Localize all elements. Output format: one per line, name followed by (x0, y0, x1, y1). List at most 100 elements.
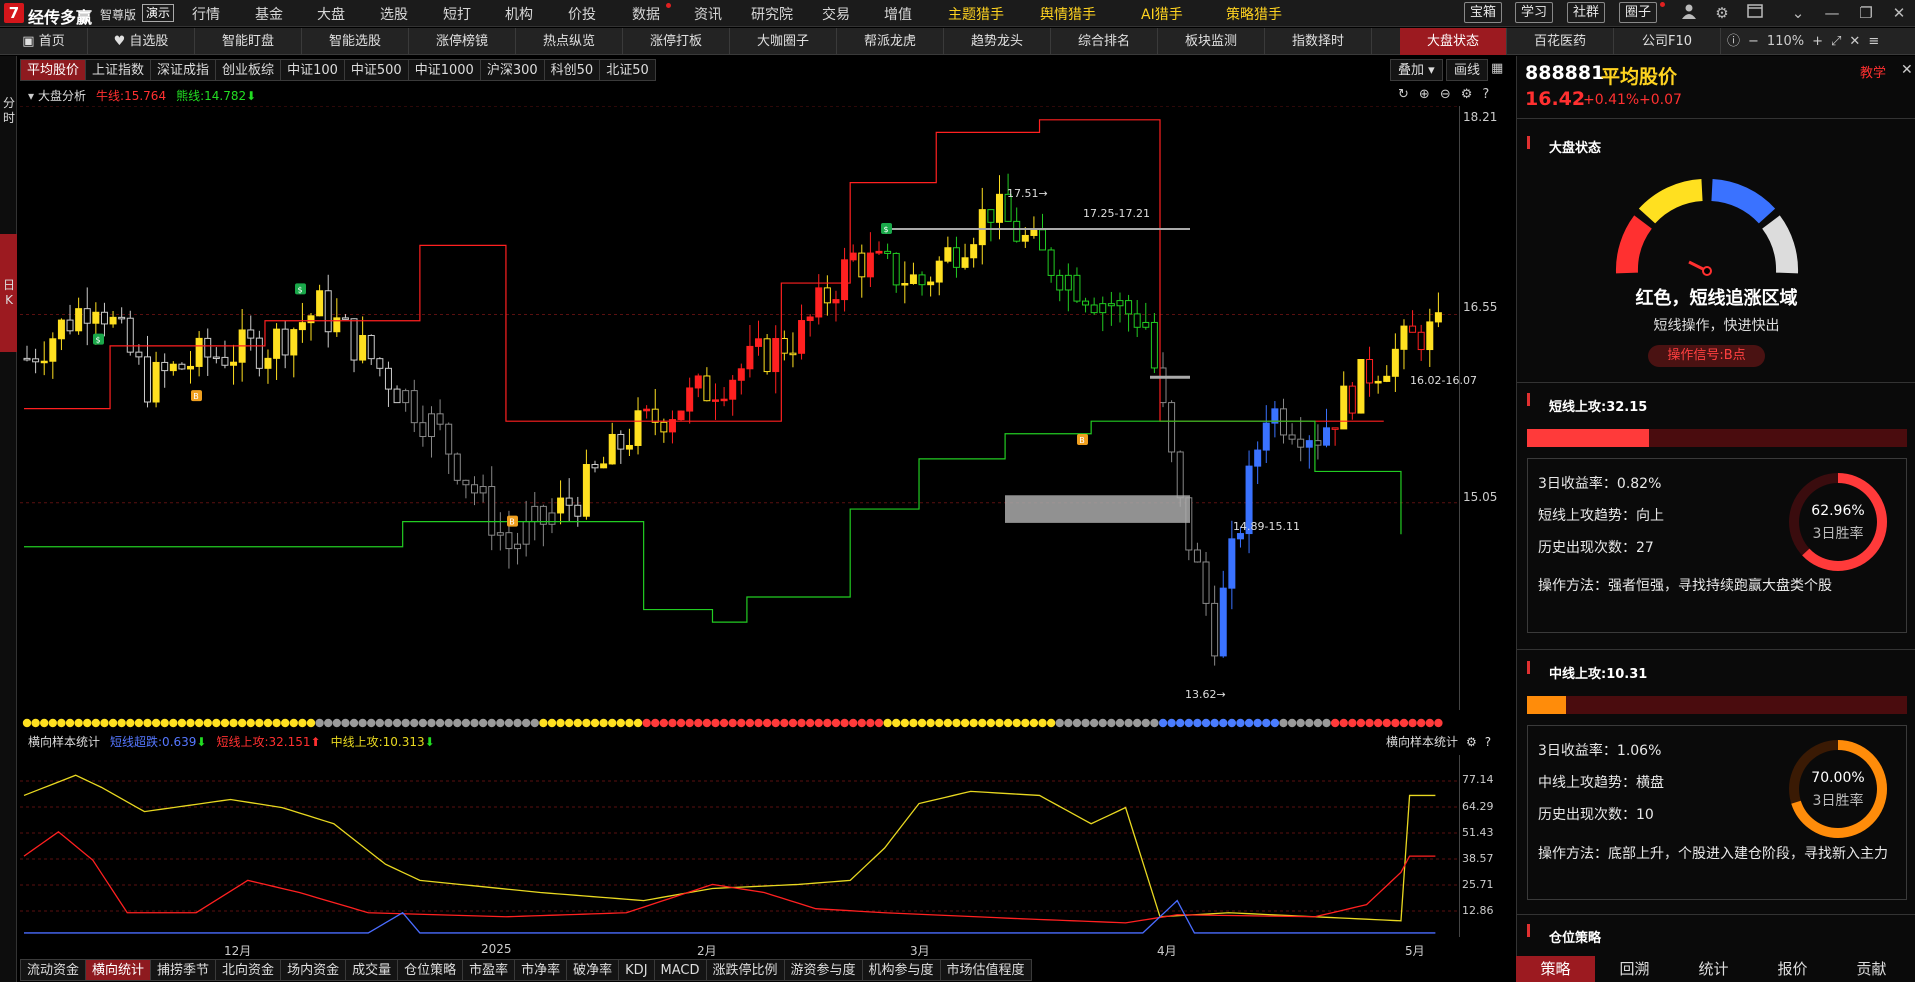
index-tab-sh[interactable]: 上证指数 (85, 59, 152, 81)
demo-badge[interactable]: 演示 (142, 4, 175, 22)
tab-hot-overview[interactable]: 热点纵览 (516, 28, 623, 55)
rtab-strategy[interactable]: 策略 (1516, 956, 1595, 982)
btab-below-book[interactable]: 破净率 (566, 959, 620, 981)
restore-icon[interactable]: ❐ (1856, 3, 1876, 23)
expand-icon[interactable]: ⤢ (1831, 28, 1841, 55)
remove-indicator-icon[interactable]: ⊖ (1440, 87, 1451, 102)
period-minute[interactable]: 分时 (2, 96, 16, 126)
menu-strategy-hunter[interactable]: 策略猎手 (1226, 4, 1282, 24)
chart-settings-icon[interactable]: ⚙ (1461, 87, 1473, 102)
tab-limit-up-mirror[interactable]: 涨停榜镜 (409, 28, 516, 55)
nav-close-icon[interactable]: ✕ (1849, 28, 1860, 55)
zoom-out-icon[interactable]: − (1748, 28, 1759, 55)
circle-notify-dot (1660, 2, 1665, 7)
tab-gang-dragon[interactable]: 帮派龙虎 (837, 28, 944, 55)
teach-link[interactable]: 教学 (1860, 62, 1886, 81)
tab-big-shot-circle[interactable]: 大咖圈子 (730, 28, 837, 55)
period-day-tab[interactable]: 日K (0, 234, 17, 352)
candlestick-chart[interactable]: $ B $ B $ B (20, 106, 1460, 710)
menu-sentiment-hunter[interactable]: 舆情猎手 (1040, 4, 1096, 24)
community-button[interactable]: 社群 (1567, 2, 1606, 23)
menu-value-invest[interactable]: 价投 (568, 4, 596, 24)
btab-position[interactable]: 仓位策略 (397, 959, 464, 981)
tab-rank[interactable]: 综合排名 (1051, 28, 1158, 55)
btab-volume[interactable]: 成交量 (345, 959, 399, 981)
menu-quotes[interactable]: 行情 (192, 4, 220, 24)
help-icon[interactable]: ? (1482, 87, 1489, 102)
btab-liquidity[interactable]: 流动资金 (20, 959, 87, 981)
rtab-backtrack[interactable]: 回溯 (1595, 956, 1674, 982)
tab-smart-watch[interactable]: 智能盯盘 (195, 28, 302, 55)
panel-close-icon[interactable]: ✕ (1901, 62, 1913, 78)
menu-theme-hunter[interactable]: 主题猎手 (948, 4, 1004, 24)
grid-icon[interactable]: ▦ (1491, 61, 1503, 76)
sub-help-icon[interactable]: ? (1485, 735, 1491, 749)
overlay-button[interactable]: 叠加 ▾ (1390, 59, 1443, 81)
zoom-in-icon[interactable]: + (1812, 28, 1823, 55)
treasure-button[interactable]: 宝箱 (1464, 2, 1503, 23)
btab-northbound[interactable]: 北向资金 (215, 959, 282, 981)
info-icon[interactable]: ⓘ (1727, 28, 1740, 55)
tab-market-state[interactable]: 大盘状态 (1400, 28, 1507, 55)
btab-cross-stat[interactable]: 横向统计 (85, 959, 152, 981)
rtab-quote[interactable]: 报价 (1753, 956, 1832, 982)
add-indicator-icon[interactable]: ⊕ (1419, 87, 1430, 102)
index-tab-gem[interactable]: 创业板综 (215, 59, 282, 81)
btab-institution[interactable]: 机构参与度 (861, 959, 941, 981)
tab-limit-up-board[interactable]: 涨停打板 (623, 28, 730, 55)
circle-button[interactable]: 圈子 (1619, 2, 1658, 23)
btab-macd[interactable]: MACD (653, 959, 707, 981)
menu-market[interactable]: 大盘 (317, 4, 345, 24)
close-icon[interactable]: ✕ (1889, 3, 1909, 23)
btab-valuation[interactable]: 市场估值程度 (939, 959, 1032, 981)
menu-research[interactable]: 研究院 (751, 4, 793, 24)
menu-data[interactable]: 数据 (632, 4, 660, 24)
anno-resist: 17.25-17.21 (1083, 207, 1150, 220)
tab-smart-select[interactable]: 智能选股 (302, 28, 409, 55)
layout-icon[interactable] (1745, 3, 1765, 23)
menu-trade[interactable]: 交易 (822, 4, 850, 24)
tab-index-timing[interactable]: 指数择时 (1265, 28, 1372, 55)
chevron-down-icon[interactable]: ⌄ (1788, 3, 1808, 23)
menu-ai-hunter[interactable]: AI猎手 (1141, 4, 1183, 24)
menu-fund[interactable]: 基金 (255, 4, 283, 24)
rtab-contribution[interactable]: 贡献 (1832, 956, 1911, 982)
menu-stock-select[interactable]: 选股 (380, 4, 408, 24)
learn-button[interactable]: 学习 (1515, 2, 1554, 23)
index-tab-avg-price[interactable]: 平均股价 (20, 59, 87, 81)
sample-stat-chart[interactable] (20, 755, 1460, 937)
user-icon[interactable] (1679, 3, 1699, 23)
tab-trend-leader[interactable]: 趋势龙头 (944, 28, 1051, 55)
btab-hot-money[interactable]: 游资参与度 (783, 959, 863, 981)
tab-home[interactable]: ▣ 首页 (0, 28, 88, 55)
draw-line-button[interactable]: 画线 (1446, 59, 1489, 81)
refresh-icon[interactable]: ↻ (1398, 87, 1409, 102)
index-tab-csi100[interactable]: 中证100 (280, 59, 345, 81)
index-tab-star50[interactable]: 科创50 (543, 59, 601, 81)
tab-baihua-medicine[interactable]: 百花医药 (1507, 28, 1614, 55)
settings-gear-icon[interactable]: ⚙ (1712, 3, 1732, 23)
tab-watchlist[interactable]: ♥ 自选股 (88, 28, 195, 55)
collapse-icon[interactable]: ▾ (28, 89, 34, 103)
menu-news[interactable]: 资讯 (694, 4, 722, 24)
btab-kdj[interactable]: KDJ (618, 959, 655, 981)
index-tab-hs300[interactable]: 沪深300 (479, 59, 545, 81)
btab-pb[interactable]: 市净率 (514, 959, 568, 981)
tab-sector-monitor[interactable]: 板块监测 (1158, 28, 1265, 55)
rtab-stats[interactable]: 统计 (1674, 956, 1753, 982)
menu-value-added[interactable]: 增值 (884, 4, 912, 24)
index-tab-sz[interactable]: 深证成指 (150, 59, 217, 81)
sub-settings-icon[interactable]: ⚙ (1466, 735, 1477, 749)
btab-limit-ratio[interactable]: 涨跌停比例 (705, 959, 785, 981)
menu-institution[interactable]: 机构 (505, 4, 533, 24)
minimize-icon[interactable]: — (1822, 3, 1842, 23)
index-tab-csi1000[interactable]: 中证1000 (407, 59, 481, 81)
index-tab-bj50[interactable]: 北证50 (599, 59, 656, 81)
btab-pe[interactable]: 市盈率 (462, 959, 516, 981)
tab-company-f10[interactable]: 公司F10 (1614, 28, 1721, 55)
index-tab-csi500[interactable]: 中证500 (343, 59, 409, 81)
menu-short-trade[interactable]: 短打 (443, 4, 471, 24)
btab-fishing-season[interactable]: 捕捞季节 (150, 959, 217, 981)
btab-market-fund[interactable]: 场内资金 (280, 959, 347, 981)
nav-menu-icon[interactable]: ≡ (1868, 28, 1879, 55)
